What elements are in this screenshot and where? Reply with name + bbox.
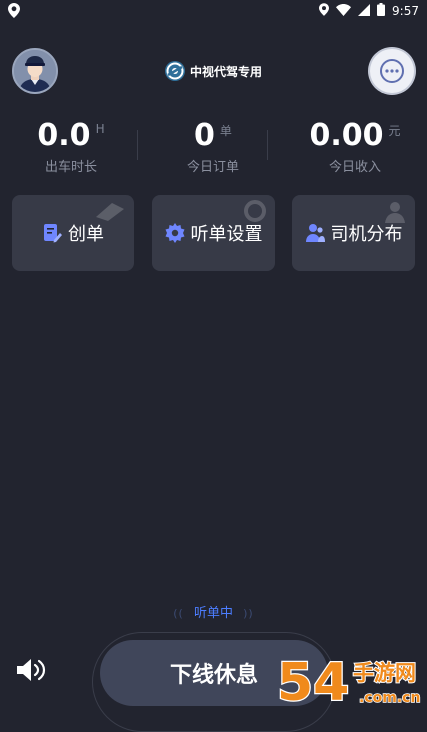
wifi-icon xyxy=(336,3,352,19)
edit-document-icon xyxy=(44,224,62,243)
stat-unit: 元 xyxy=(388,124,401,138)
card-label: 创单 xyxy=(68,224,104,245)
site-watermark: 54 手游网 .com.cn xyxy=(276,652,421,710)
driver-avatar-icon xyxy=(14,50,56,92)
order-settings-button[interactable]: 听单设置 xyxy=(152,195,275,271)
stat-driving-hours: 0.0 H 出车时长 xyxy=(0,118,142,175)
stat-label: 今日收入 xyxy=(328,160,381,175)
location-icon xyxy=(319,3,330,19)
watermark-domain: .com.cn xyxy=(359,690,420,706)
app-logo: 中视代驾专用 xyxy=(164,60,262,82)
card-decoration xyxy=(96,203,124,221)
gear-icon xyxy=(165,223,184,243)
signal-marks-left: (( xyxy=(173,607,184,620)
sound-button[interactable] xyxy=(16,657,46,683)
listening-status-text: 听单中 xyxy=(193,606,233,621)
chat-bubble-icon xyxy=(380,59,404,83)
app-title: 中视代驾专用 xyxy=(190,64,263,79)
stat-today-income: 0.00 元 今日收入 xyxy=(284,118,426,175)
driver-people-icon xyxy=(305,224,325,242)
speaker-icon xyxy=(17,659,46,681)
stat-divider xyxy=(267,130,268,160)
status-time: 9:57 xyxy=(392,4,419,18)
card-label: 听单设置 xyxy=(190,224,263,245)
battery-icon xyxy=(377,3,386,19)
stats-panel: 0.0 H 出车时长 0 单 今日订单 0.00 元 今日收入 xyxy=(0,118,427,178)
stat-today-orders: 0 单 今日订单 xyxy=(142,118,284,175)
stat-unit: 单 xyxy=(219,124,232,138)
create-order-button[interactable]: 创单 xyxy=(12,195,134,271)
signal-icon xyxy=(358,3,371,19)
card-decoration xyxy=(244,200,266,222)
listening-status: (( 听单中 )) xyxy=(0,602,427,621)
avatar[interactable] xyxy=(12,48,58,94)
driver-distribution-button[interactable]: 司机分布 xyxy=(292,195,415,271)
status-bar: 9:57 xyxy=(0,0,427,22)
card-label: 司机分布 xyxy=(330,224,403,245)
stat-divider xyxy=(137,130,138,160)
stat-label: 出车时长 xyxy=(44,160,97,175)
watermark-text: 手游网 xyxy=(353,661,416,685)
stat-value: 0.00 xyxy=(309,118,384,153)
app-logo-icon xyxy=(165,61,185,81)
stat-value: 0 xyxy=(194,118,215,153)
stat-label: 今日订单 xyxy=(186,160,239,175)
chat-button[interactable] xyxy=(370,49,414,93)
card-decoration xyxy=(385,202,405,223)
stat-value: 0.0 xyxy=(37,118,91,153)
signal-marks-right: )) xyxy=(243,607,254,620)
offline-button-label: 下线休息 xyxy=(169,663,258,688)
stat-unit: H xyxy=(95,122,105,136)
location-icon xyxy=(8,3,20,22)
watermark-number: 54 xyxy=(277,653,349,710)
